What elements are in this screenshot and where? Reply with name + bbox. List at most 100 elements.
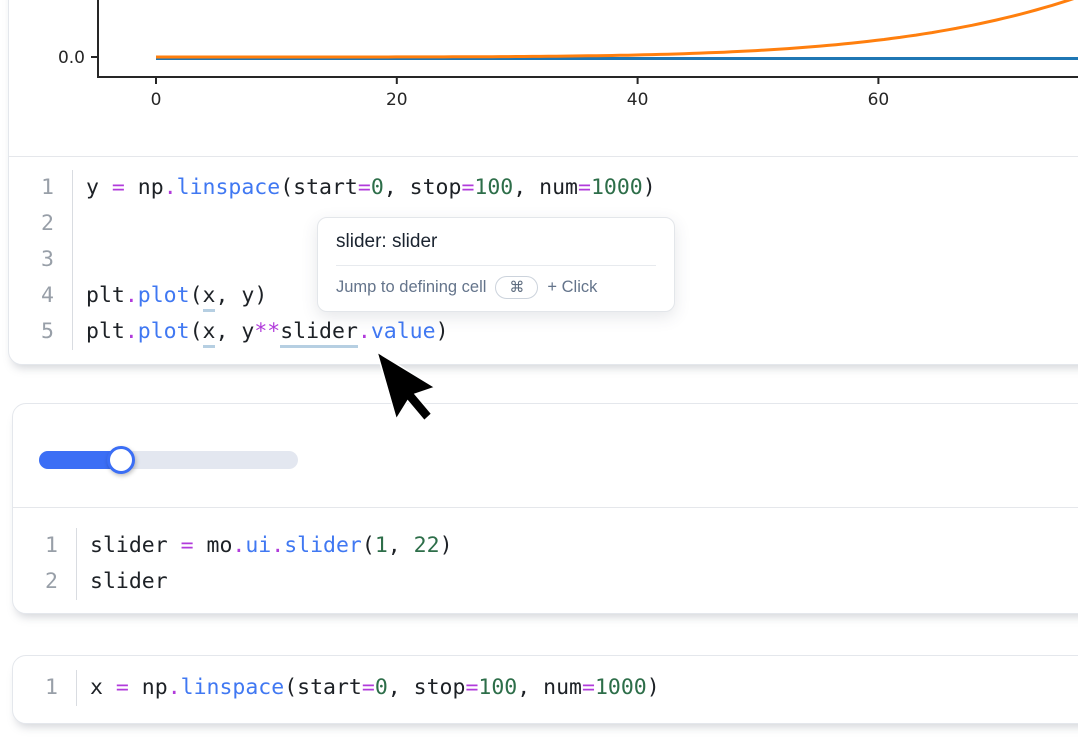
notebook-cell-x[interactable]: 1x = np.linspace(start=0, stop=100, num=…: [12, 655, 1078, 724]
code-token-v: plt: [86, 283, 125, 308]
code-line[interactable]: 5plt.plot(x, y**slider.value): [9, 314, 1078, 350]
code-token-op: .: [232, 533, 245, 558]
code-token-fn: linspace: [181, 675, 285, 700]
code-token-op: .: [271, 533, 284, 558]
code-token-fn: ui: [245, 533, 271, 558]
code-token-num: 1: [375, 533, 388, 558]
code-token-v: ,: [388, 533, 414, 558]
code-token-v: slider: [90, 569, 168, 594]
code-token-v: (: [190, 319, 203, 344]
code-token-op: =: [578, 175, 591, 200]
code-token-ul2: slider: [280, 319, 358, 348]
code-token-op: .: [125, 319, 138, 344]
tooltip-action-suffix: + Click: [547, 278, 597, 297]
code-token-v: ): [647, 675, 660, 700]
code-token-num: 1000: [595, 675, 647, 700]
mouse-cursor-icon: [377, 352, 387, 362]
code-token-fn: plot: [138, 283, 190, 308]
code-token-op: =: [112, 175, 125, 200]
code-token-op: .: [164, 175, 177, 200]
code-token-num: 0: [375, 675, 388, 700]
tooltip-variable-name: slider: slider: [336, 231, 656, 266]
code-token-v: , y: [215, 319, 254, 344]
tooltip-action-label: Jump to defining cell: [336, 278, 486, 297]
code-editor-x[interactable]: 1x = np.linspace(start=0, stop=100, num=…: [13, 656, 1078, 721]
code-text: x = np.linspace(start=0, stop=100, num=1…: [77, 670, 660, 706]
code-token-v: ): [440, 533, 453, 558]
code-token-v: (: [190, 283, 203, 308]
code-token-v: (: [362, 533, 375, 558]
code-token-num: 100: [478, 675, 517, 700]
slider-track[interactable]: [39, 451, 298, 469]
code-token-op: =: [465, 675, 478, 700]
code-token-op: .: [168, 675, 181, 700]
code-token-v: plt: [86, 319, 125, 344]
code-token-op: .: [358, 319, 371, 344]
code-token-op: =: [582, 675, 595, 700]
code-token-op: =: [116, 675, 129, 700]
code-line[interactable]: 2 slider: [13, 564, 1078, 600]
code-token-fn: linspace: [177, 175, 281, 200]
x-tick-label: 20: [386, 90, 408, 110]
code-token-op: .: [125, 283, 138, 308]
code-token-v: y: [86, 175, 112, 200]
line-number: 2: [13, 564, 77, 600]
code-token-num: 22: [414, 533, 440, 558]
x-tick-label: 60: [868, 90, 890, 110]
code-token-v: ): [436, 319, 449, 344]
code-token-op: =: [181, 533, 194, 558]
code-line[interactable]: 1x = np.linspace(start=0, stop=100, num=…: [13, 670, 1078, 706]
code-token-op: =: [362, 675, 375, 700]
code-text: [73, 206, 86, 242]
cell-output-figure: 0.0 0 20 40 60: [9, 0, 1078, 156]
code-token-op: =: [358, 175, 371, 200]
slider-thumb[interactable]: [107, 446, 135, 474]
line-number: 3: [9, 242, 73, 278]
code-token-ul: x: [203, 319, 216, 348]
code-token-op: **: [254, 319, 280, 344]
code-token-fn: slider: [284, 533, 362, 558]
x-tick-label: 0: [151, 90, 162, 110]
code-token-ul: x: [203, 283, 216, 312]
code-token-v: , stop: [388, 675, 466, 700]
code-token-v: mo: [194, 533, 233, 558]
code-token-fn: plot: [138, 319, 190, 344]
code-token-v: np: [125, 175, 164, 200]
line-number: 4: [9, 278, 73, 314]
tooltip-action-row: Jump to defining cell ⌘ + Click: [336, 266, 656, 299]
command-key-symbol: ⌘: [509, 279, 524, 296]
notebook-cell-slider[interactable]: 1slider = mo.ui.slider(1, 22)2slider: [12, 403, 1078, 614]
line-number: 1: [13, 670, 77, 706]
code-text: plt.plot(x, y**slider.value): [73, 314, 449, 350]
command-key-badge: ⌘: [495, 276, 538, 299]
code-line[interactable]: 1y = np.linspace(start=0, stop=100, num=…: [9, 170, 1078, 206]
code-token-v: , y): [215, 283, 267, 308]
code-text: slider: [77, 564, 168, 600]
code-token-num: 0: [371, 175, 384, 200]
code-line[interactable]: 1slider = mo.ui.slider(1, 22): [13, 528, 1078, 564]
series-line-power: [156, 0, 1076, 57]
code-token-v: ): [643, 175, 656, 200]
variable-tooltip: slider: slider Jump to defining cell ⌘ +…: [317, 217, 675, 312]
line-number: 2: [9, 206, 73, 242]
x-tick-label: 40: [627, 90, 649, 110]
code-token-v: , num: [513, 175, 578, 200]
code-token-num: 100: [474, 175, 513, 200]
code-text: slider = mo.ui.slider(1, 22): [77, 528, 453, 564]
line-number: 5: [9, 314, 73, 350]
code-editor-slider[interactable]: 1slider = mo.ui.slider(1, 22)2slider: [13, 507, 1078, 611]
code-token-v: np: [129, 675, 168, 700]
y-tick-label: 0.0: [58, 48, 85, 68]
code-text: [73, 242, 86, 278]
code-token-v: slider: [90, 533, 181, 558]
line-number: 1: [13, 528, 77, 564]
code-token-v: x: [90, 675, 116, 700]
code-token-num: 1000: [591, 175, 643, 200]
code-token-fn: value: [371, 319, 436, 344]
code-token-v: (start: [280, 175, 358, 200]
code-token-v: , num: [517, 675, 582, 700]
code-token-v: , stop: [384, 175, 462, 200]
matplotlib-figure: 0.0 0 20 40 60: [0, 0, 1078, 155]
code-text: y = np.linspace(start=0, stop=100, num=1…: [73, 170, 656, 206]
code-token-v: (start: [284, 675, 362, 700]
